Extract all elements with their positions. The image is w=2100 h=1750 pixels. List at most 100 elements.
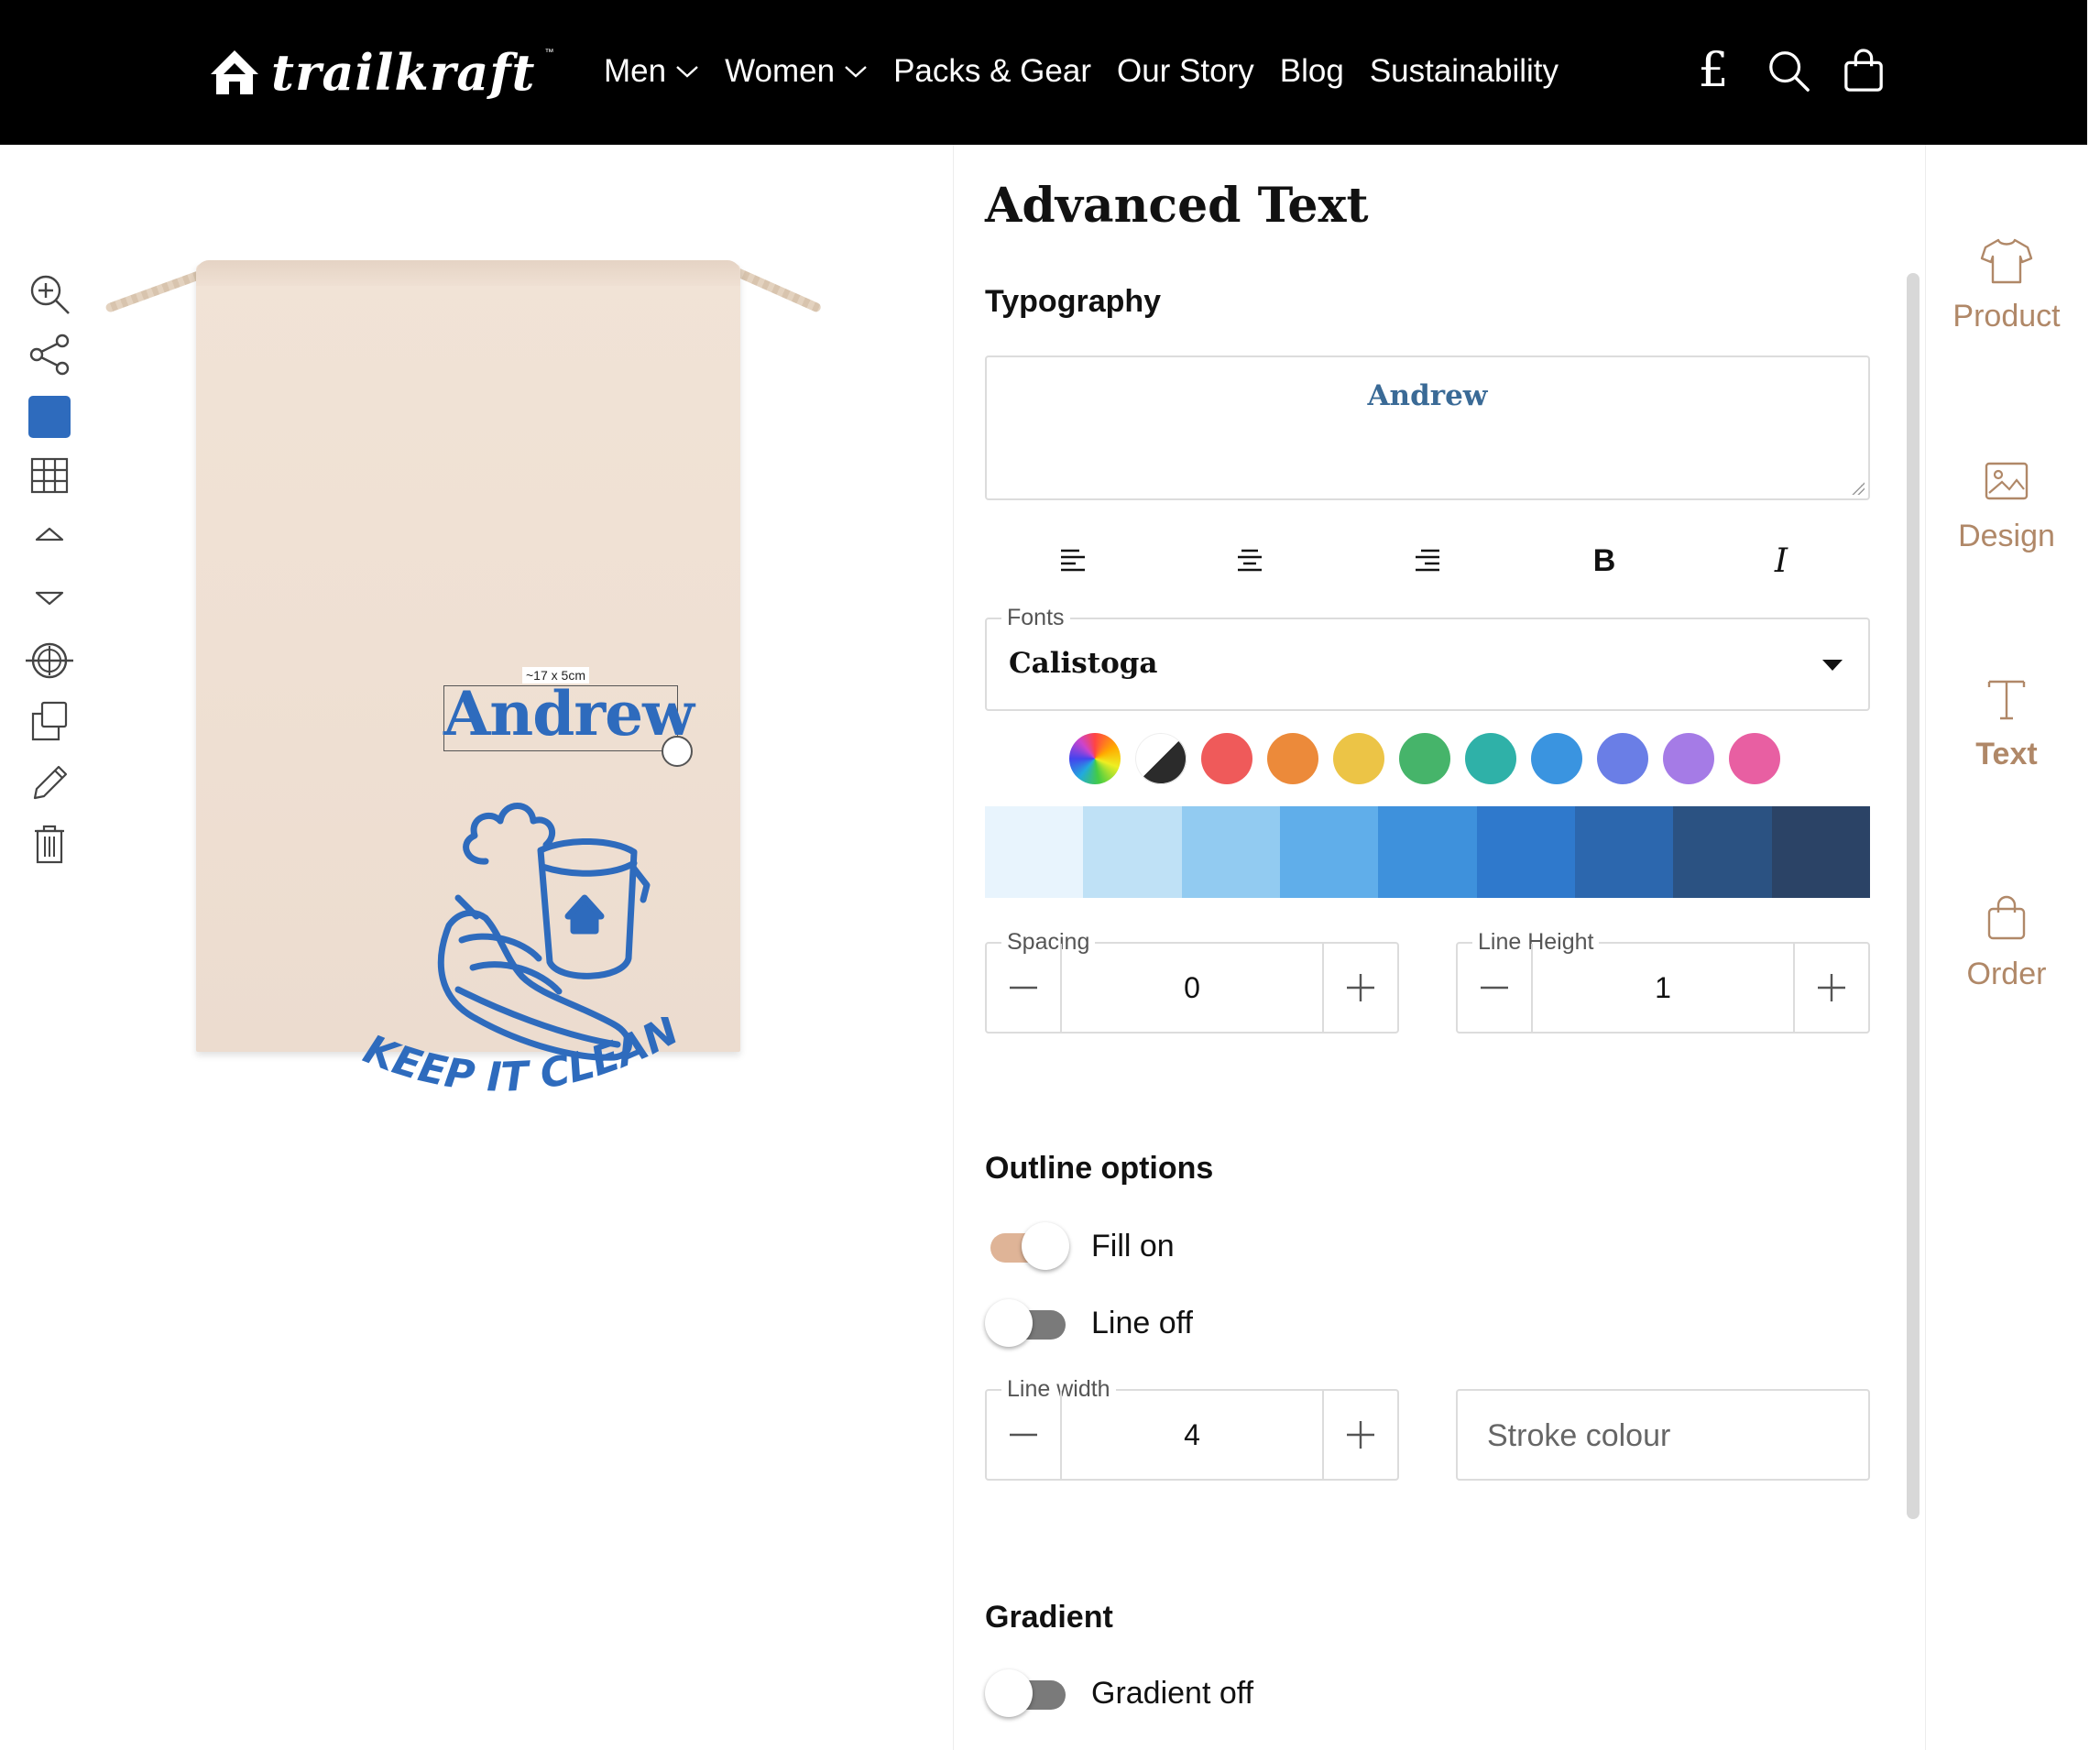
design-slogan: KEEP IT CLEAN! (312, 1017, 686, 1101)
nav-item-women[interactable]: Women (725, 53, 868, 90)
nav-label: Our Story (1116, 53, 1254, 89)
bold-button[interactable]: B (1568, 528, 1641, 594)
color-dot-blue[interactable] (1531, 733, 1582, 784)
line-toggle[interactable]: Line off (985, 1296, 1193, 1351)
shade-swatch[interactable] (1083, 806, 1182, 898)
advanced-text-panel: Advanced Text Typography Andrew B I Font… (953, 145, 1926, 1750)
shade-swatch[interactable] (985, 806, 1084, 898)
shade-swatch[interactable] (1279, 806, 1379, 898)
font-select[interactable]: Fonts Calistoga (985, 605, 1870, 711)
color-dot-indigo[interactable] (1597, 733, 1648, 784)
resize-handle[interactable] (662, 736, 693, 767)
spacing-value[interactable]: 0 (1062, 944, 1322, 1032)
color-dot-purple[interactable] (1663, 733, 1714, 784)
spacing-increment-button[interactable] (1322, 944, 1397, 1032)
fill-toggle[interactable]: Fill on (985, 1219, 1175, 1274)
color-dot-yellow[interactable] (1333, 733, 1384, 784)
spacing-decrement-button[interactable] (987, 944, 1062, 1032)
switch-knob (985, 1299, 1033, 1347)
color-dot-teal[interactable] (1465, 733, 1516, 784)
color-dot-black-white[interactable] (1135, 733, 1187, 784)
nav-item-sustainability[interactable]: Sustainability (1370, 53, 1559, 90)
keep-it-clean-text-graphic: KEEP IT CLEAN! (312, 1017, 686, 1101)
fill-switch[interactable] (985, 1220, 1069, 1272)
shade-swatch[interactable] (1181, 806, 1280, 898)
line-width-decrement-button[interactable] (987, 1391, 1062, 1479)
text-input[interactable]: Andrew (985, 355, 1870, 500)
share-button[interactable] (24, 331, 75, 378)
currency-button[interactable]: £ (1691, 46, 1735, 95)
center-align-button[interactable] (24, 637, 75, 684)
italic-icon: I (1774, 541, 1788, 580)
design-canvas[interactable]: KEEP IT CLEAN! ~17 x 5cm Andrew (92, 247, 861, 1101)
rail-item-order[interactable]: Order (1926, 894, 2087, 1023)
switch-knob (1022, 1222, 1069, 1270)
plus-icon (1347, 974, 1374, 1001)
grid-button[interactable] (24, 452, 75, 499)
line-width-increment-button[interactable] (1322, 1391, 1397, 1479)
bag-hem (196, 260, 740, 286)
align-center-icon (1238, 549, 1262, 572)
color-dot-orange[interactable] (1267, 733, 1318, 784)
rail-item-design[interactable]: Design (1926, 456, 2087, 585)
zoom-in-icon (30, 275, 70, 314)
product-text-layer[interactable]: Andrew (443, 678, 695, 749)
shopping-bag-icon (1844, 49, 1883, 92)
bring-forward-button[interactable] (24, 510, 75, 558)
nav-item-blog[interactable]: Blog (1280, 53, 1344, 90)
color-dot-green[interactable] (1399, 733, 1450, 784)
svg-text:KEEP IT CLEAN!: KEEP IT CLEAN! (312, 1017, 686, 1101)
nav-item-packs-gear[interactable]: Packs & Gear (893, 53, 1091, 90)
align-left-button[interactable] (1036, 528, 1110, 594)
textarea-resize-grip[interactable] (1852, 482, 1865, 495)
stroke-colour-placeholder: Stroke colour (1487, 1418, 1671, 1453)
align-center-button[interactable] (1213, 528, 1286, 594)
rail-item-product[interactable]: Product (1926, 236, 2087, 365)
color-dot-red[interactable] (1201, 733, 1252, 784)
text-input-value: Andrew (1367, 379, 1488, 412)
line-height-decrement-button[interactable] (1458, 944, 1533, 1032)
line-height-increment-button[interactable] (1793, 944, 1868, 1032)
color-swatch-button[interactable] (24, 393, 75, 441)
brand-logo[interactable]: trailkraft ™ (207, 42, 553, 103)
line-switch[interactable] (985, 1297, 1069, 1349)
align-right-button[interactable] (1391, 528, 1464, 594)
gradient-toggle[interactable]: Gradient off (985, 1666, 1253, 1721)
rail-label: Product (1952, 299, 2061, 334)
shade-swatch[interactable] (1673, 806, 1772, 898)
italic-button[interactable]: I (1745, 528, 1818, 594)
search-button[interactable] (1766, 46, 1810, 95)
nav-item-men[interactable]: Men (604, 53, 699, 90)
color-dot-rainbow[interactable] (1069, 733, 1121, 784)
duplicate-button[interactable] (24, 697, 75, 745)
cart-button[interactable] (1842, 46, 1886, 95)
shade-swatch[interactable] (1574, 806, 1674, 898)
send-backward-button[interactable] (24, 574, 75, 622)
rail-item-text[interactable]: Text (1926, 674, 2087, 803)
edit-button[interactable] (24, 760, 75, 807)
shade-swatch[interactable] (1378, 806, 1477, 898)
text-icon (1987, 680, 2026, 720)
gradient-switch[interactable] (985, 1668, 1069, 1719)
delete-button[interactable] (24, 820, 75, 868)
minus-icon (1481, 986, 1508, 990)
plus-icon (1818, 974, 1845, 1001)
stroke-colour-input[interactable]: Stroke colour (1456, 1389, 1870, 1481)
shade-swatch[interactable] (1771, 806, 1870, 898)
shade-swatch[interactable] (1476, 806, 1575, 898)
line-height-value[interactable]: 1 (1533, 944, 1793, 1032)
panel-scrollbar[interactable] (1907, 273, 1920, 1519)
nav-item-our-story[interactable]: Our Story (1117, 53, 1254, 90)
send-backward-icon (35, 591, 64, 606)
outline-heading: Outline options (985, 1151, 1214, 1186)
trash-icon (35, 825, 64, 864)
main-nav: Men Women Packs & Gear Our Story Blog Su… (604, 48, 1559, 95)
zoom-in-button[interactable] (24, 270, 75, 318)
bag-icon (1987, 895, 2026, 940)
line-width-value[interactable]: 4 (1062, 1391, 1322, 1479)
spacing-stepper: Spacing 0 (985, 929, 1399, 1034)
mountain-house-icon (211, 50, 258, 94)
color-dot-pink[interactable] (1729, 733, 1780, 784)
minus-icon (1010, 986, 1037, 990)
font-select-value: Calistoga (1009, 647, 1158, 680)
